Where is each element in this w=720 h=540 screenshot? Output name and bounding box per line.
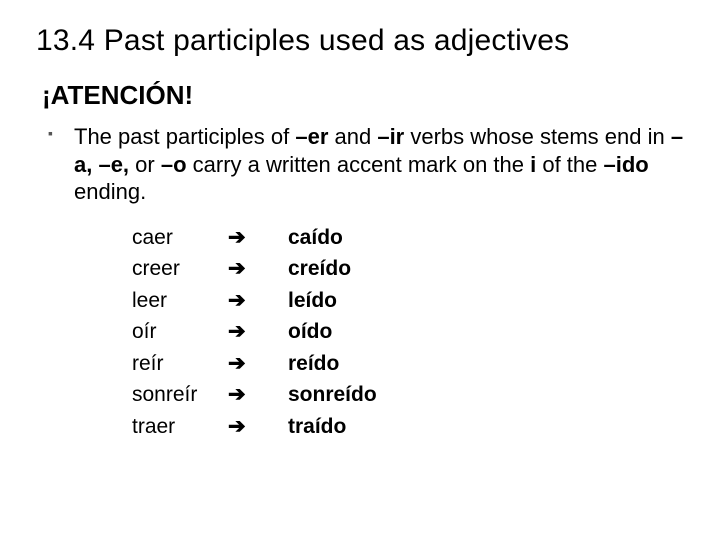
participle: sonreído xyxy=(288,379,377,411)
text: or xyxy=(129,152,161,177)
bold-ir: –ir xyxy=(377,124,404,149)
text: verbs whose stems end in xyxy=(404,124,671,149)
participle: reído xyxy=(288,348,339,380)
participle: caído xyxy=(288,222,343,254)
participle: creído xyxy=(288,253,351,285)
arrow-icon: ➔ xyxy=(228,316,288,348)
infinitive: sonreír xyxy=(132,379,228,411)
body-list: The past participles of –er and –ir verb… xyxy=(36,123,684,206)
infinitive: oír xyxy=(132,316,228,348)
participle: oído xyxy=(288,316,332,348)
verb-table: caer ➔ caído creer ➔ creído leer ➔ leído… xyxy=(132,222,684,443)
slide: 13.4 Past participles used as adjectives… xyxy=(0,0,720,462)
body-bullet: The past participles of –er and –ir verb… xyxy=(66,123,684,206)
table-row: sonreír ➔ sonreído xyxy=(132,379,684,411)
infinitive: traer xyxy=(132,411,228,443)
participle: traído xyxy=(288,411,346,443)
text: ending. xyxy=(74,179,146,204)
text: carry a written accent mark on the xyxy=(187,152,531,177)
arrow-icon: ➔ xyxy=(228,348,288,380)
arrow-icon: ➔ xyxy=(228,411,288,443)
page-title: 13.4 Past participles used as adjectives xyxy=(36,24,684,58)
bold-o: –o xyxy=(161,152,187,177)
participle: leído xyxy=(288,285,337,317)
table-row: creer ➔ creído xyxy=(132,253,684,285)
text: and xyxy=(328,124,377,149)
infinitive: caer xyxy=(132,222,228,254)
infinitive: creer xyxy=(132,253,228,285)
table-row: leer ➔ leído xyxy=(132,285,684,317)
arrow-icon: ➔ xyxy=(228,253,288,285)
table-row: oír ➔ oído xyxy=(132,316,684,348)
bold-ido: –ido xyxy=(604,152,649,177)
table-row: traer ➔ traído xyxy=(132,411,684,443)
text: The past participles of xyxy=(74,124,295,149)
bold-er: –er xyxy=(295,124,328,149)
attention-heading: ¡ATENCIÓN! xyxy=(42,80,684,111)
arrow-icon: ➔ xyxy=(228,379,288,411)
arrow-icon: ➔ xyxy=(228,222,288,254)
infinitive: leer xyxy=(132,285,228,317)
infinitive: reír xyxy=(132,348,228,380)
table-row: reír ➔ reído xyxy=(132,348,684,380)
table-row: caer ➔ caído xyxy=(132,222,684,254)
text: of the xyxy=(536,152,603,177)
arrow-icon: ➔ xyxy=(228,285,288,317)
